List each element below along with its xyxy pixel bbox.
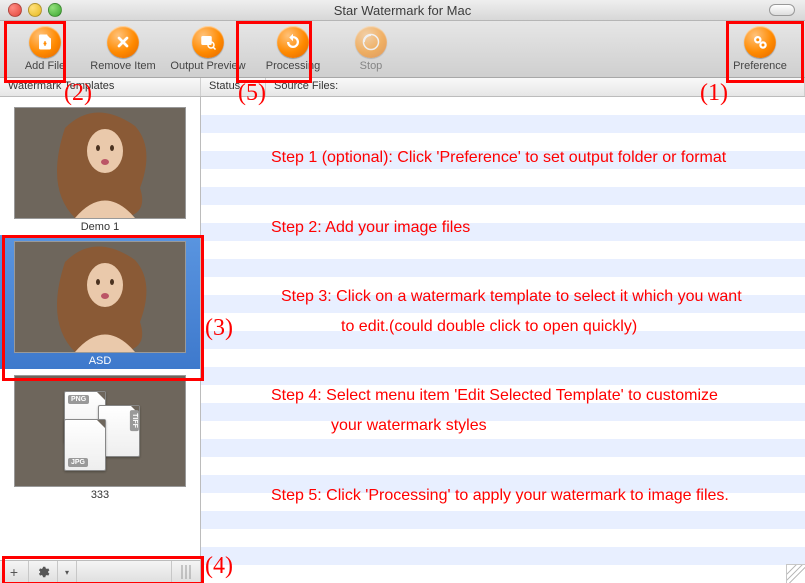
step-2-text: Step 2: Add your image files	[271, 217, 785, 239]
output-preview-label: Output Preview	[170, 60, 245, 72]
add-file-button[interactable]: Add File	[6, 21, 84, 77]
close-window-button[interactable]	[8, 3, 22, 17]
settings-button[interactable]	[29, 561, 58, 583]
processing-icon	[277, 26, 309, 58]
filetypes-icon: PNG TIFF JPG	[60, 391, 140, 471]
body: Demo 1	[0, 97, 805, 583]
remove-item-icon	[107, 26, 139, 58]
stop-icon	[355, 26, 387, 58]
add-file-label: Add File	[25, 60, 65, 72]
template-item[interactable]: Demo 1	[0, 101, 200, 235]
preference-icon	[744, 26, 776, 58]
template-label: Demo 1	[81, 221, 120, 233]
zoom-window-button[interactable]	[48, 3, 62, 17]
step-3-text-line1: Step 3: Click on a watermark template to…	[271, 286, 785, 308]
processing-button[interactable]: Processing	[254, 21, 332, 77]
template-list[interactable]: Demo 1	[0, 97, 200, 560]
col-templates[interactable]: Watermark Templates	[0, 78, 201, 96]
output-preview-button[interactable]: Output Preview	[162, 21, 254, 77]
output-preview-icon	[192, 26, 224, 58]
traffic-lights	[8, 3, 62, 17]
main-area[interactable]: Step 1 (optional): Click 'Preference' to…	[201, 97, 805, 583]
sidebar-bottom-bar: + ▾	[0, 560, 200, 583]
processing-label: Processing	[266, 60, 320, 72]
remove-item-label: Remove Item	[90, 60, 155, 72]
col-source[interactable]: Source Files:	[266, 78, 805, 96]
portrait-thumb-icon	[15, 108, 185, 218]
titlebar: Star Watermark for Mac	[0, 0, 805, 21]
template-sidebar: Demo 1	[0, 97, 201, 583]
resize-grip[interactable]	[171, 561, 200, 583]
stop-label: Stop	[360, 60, 383, 72]
preference-label: Preference	[733, 60, 787, 72]
step-3-text-line2: to edit.(could double click to open quic…	[271, 316, 785, 338]
portrait-thumb-icon	[15, 242, 185, 352]
template-label: ASD	[89, 355, 112, 367]
stop-button: Stop	[332, 21, 410, 77]
gear-icon	[36, 565, 50, 579]
template-thumb	[14, 107, 186, 219]
window-resize-grip[interactable]	[786, 564, 805, 583]
step-5-text: Step 5: Click 'Processing' to apply your…	[271, 485, 785, 507]
template-item-selected[interactable]: ASD	[0, 235, 200, 369]
grip-icon	[181, 565, 191, 579]
step-4-text-line1: Step 4: Select menu item 'Edit Selected …	[271, 385, 785, 407]
titlebar-pill-button[interactable]	[769, 4, 795, 16]
template-thumb	[14, 241, 186, 353]
column-headers: Watermark Templates Status Source Files:	[0, 78, 805, 97]
instructional-overlay: Step 1 (optional): Click 'Preference' to…	[201, 97, 805, 583]
toolbar: Add File Remove Item Output Preview Proc…	[0, 21, 805, 78]
template-thumb: PNG TIFF JPG	[14, 375, 186, 487]
step-1-text: Step 1 (optional): Click 'Preference' to…	[271, 147, 785, 169]
minimize-window-button[interactable]	[28, 3, 42, 17]
remove-item-button[interactable]: Remove Item	[84, 21, 162, 77]
add-template-button[interactable]: +	[0, 561, 29, 583]
add-file-icon	[29, 26, 61, 58]
template-item[interactable]: PNG TIFF JPG 333	[0, 369, 200, 503]
dropdown-button[interactable]: ▾	[58, 561, 77, 583]
window-title: Star Watermark for Mac	[0, 3, 805, 18]
app-window: Star Watermark for Mac Add File Remove I…	[0, 0, 805, 583]
step-4-text-line2: your watermark styles	[271, 415, 785, 437]
col-status[interactable]: Status	[201, 78, 266, 96]
preference-button[interactable]: Preference	[721, 21, 799, 77]
template-label: 333	[91, 489, 109, 501]
